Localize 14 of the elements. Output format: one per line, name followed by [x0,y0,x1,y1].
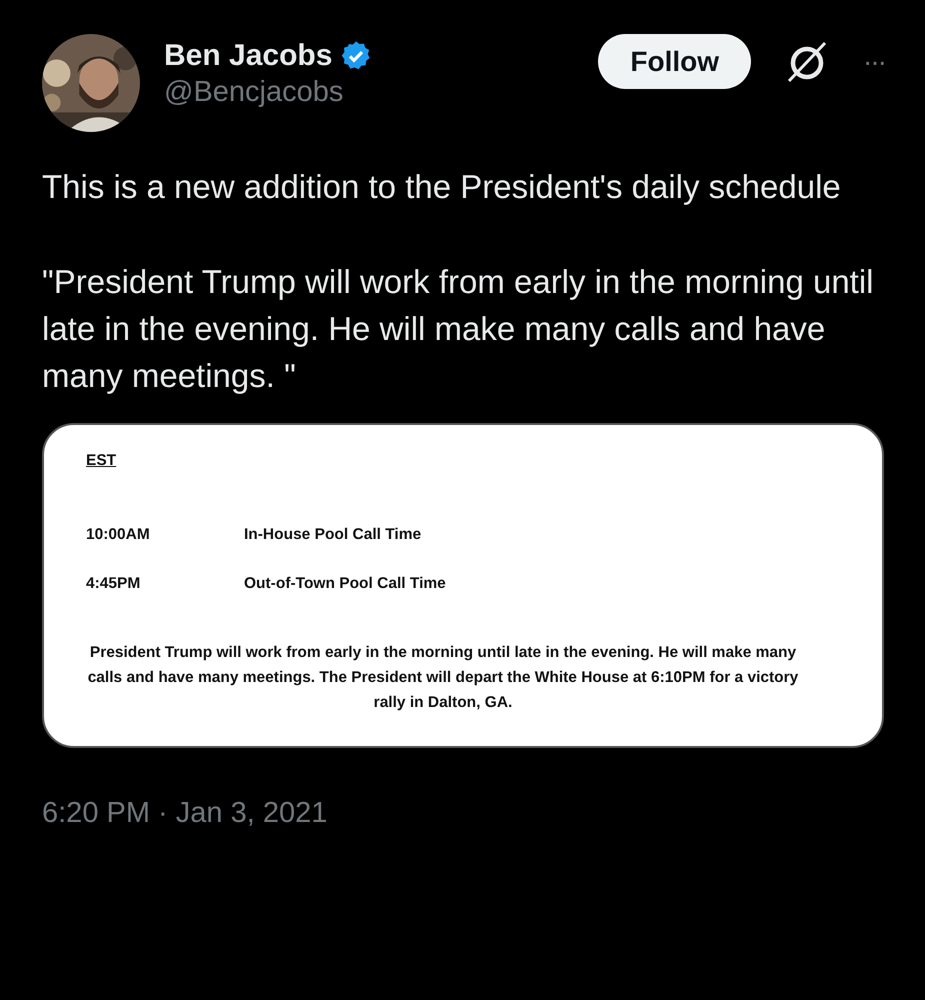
timezone-heading: EST [86,451,118,472]
more-button[interactable]: ··· [863,48,885,76]
schedule-event: Out-of-Town Pool Call Time [244,574,446,594]
author-handle[interactable]: @Bencjacobs [164,74,372,112]
schedule-time: 10:00AM [86,524,151,545]
post-text: "President Trump will work from early in the morning until late in the evening. He will make many calls and have many meetings. " [42,262,875,396]
schedule-time: 4:45PM [86,574,142,594]
schedule-event: In-House Pool Call Time [244,524,422,545]
post-text: This is a new addition to the President's daily schedule [42,167,842,207]
follow-button[interactable]: Follow [598,34,752,90]
attached-image[interactable] [42,423,884,748]
author-name[interactable]: Ben Jacobs [164,38,332,74]
timestamp[interactable]: 6:20 PM · Jan 3, 2021 [42,792,885,836]
schedule-note: President Trump will work from early in the morning until late in the evening. He will make many calls and have many meetings. The President will depart the White House at 6:10PM for a victory rally in Dalton, GA. [86,643,800,713]
